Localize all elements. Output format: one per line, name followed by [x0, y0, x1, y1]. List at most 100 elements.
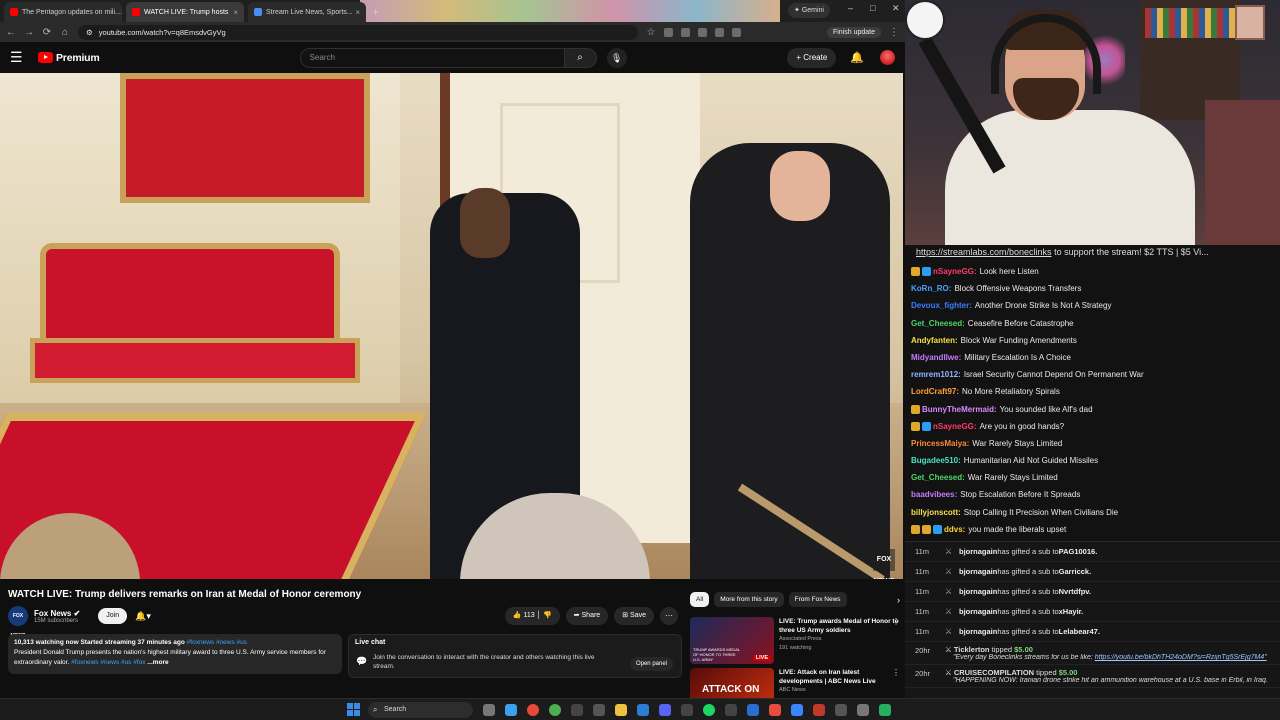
channel-avatar[interactable]: FOX NEWS	[8, 606, 28, 639]
share-button[interactable]: ➦ Share	[565, 607, 609, 625]
edge-icon[interactable]	[505, 704, 517, 716]
maximize-icon[interactable]: □	[870, 3, 875, 13]
close-tab-icon[interactable]: ×	[233, 8, 238, 17]
spotify-icon[interactable]	[703, 704, 715, 716]
account-avatar[interactable]	[880, 50, 895, 65]
app-icon[interactable]	[681, 704, 693, 716]
task-view-icon[interactable]	[483, 704, 495, 716]
app-icon[interactable]	[813, 704, 825, 716]
app-icon[interactable]	[769, 704, 781, 716]
close-window-icon[interactable]: ✕	[892, 3, 900, 14]
chip-more-from-story[interactable]: More from this story	[714, 592, 784, 607]
chat-message: PrincessMaiya: War Rarely Stays Limited	[911, 435, 1280, 452]
app-icon[interactable]	[571, 704, 583, 716]
discord-icon[interactable]	[659, 704, 671, 716]
voice-search-button[interactable]: 🎙	[606, 47, 627, 68]
chat-username[interactable]: billyjonscott:	[911, 504, 961, 521]
save-button[interactable]: ⊞ Save	[614, 607, 654, 625]
browser-tab-watch-live[interactable]: WATCH LIVE: Trump hosts ×	[126, 2, 244, 22]
search-button[interactable]: ⌕	[564, 47, 597, 68]
more-actions-icon[interactable]: ⋯	[660, 607, 678, 625]
windows-start-icon[interactable]	[347, 703, 360, 716]
chat-username[interactable]: Bugadee510:	[911, 452, 961, 469]
chat-username[interactable]: remrem1012:	[911, 366, 961, 383]
subscription-bell-icon[interactable]: 🔔▾	[135, 611, 151, 622]
chat-username[interactable]: Get_Cheesed:	[911, 469, 965, 486]
kebab-menu-icon[interactable]: ⋮	[892, 668, 900, 677]
related-video-thumbnail[interactable]: TRUMP AWARDS MEDAL OF HONOR TO THREE U.S…	[690, 617, 774, 664]
description-more-link[interactable]: ...more	[147, 659, 168, 666]
close-tab-icon[interactable]: ×	[121, 8, 122, 17]
site-info-icon[interactable]: ⚙	[86, 28, 93, 37]
chrome-icon[interactable]	[527, 704, 539, 716]
youtube-premium-logo[interactable]: Premium	[38, 52, 100, 64]
app-icon[interactable]	[835, 704, 847, 716]
back-icon[interactable]: ←	[6, 27, 16, 38]
chat-username[interactable]: baadvibees:	[911, 486, 957, 503]
chat-username[interactable]: KoRn_RO:	[911, 280, 951, 297]
chevron-right-icon[interactable]: ›	[897, 595, 900, 605]
channel-name[interactable]: Fox News ✔	[34, 609, 80, 618]
app-icon[interactable]	[637, 704, 649, 716]
description-hashtags[interactable]: #foxnews #news #us	[187, 639, 247, 646]
related-video-item[interactable]: TRUMP AWARDS MEDAL OF HONOR TO THREE U.S…	[690, 617, 900, 664]
join-button[interactable]: Join	[98, 608, 128, 624]
tab-title: Stream Live News, Sports...	[266, 8, 353, 16]
video-player[interactable]: FOX NEWS	[0, 73, 903, 579]
create-button[interactable]: + Create	[787, 47, 837, 68]
extension-icon[interactable]	[681, 27, 690, 37]
app-icon[interactable]	[725, 704, 737, 716]
chat-username[interactable]: LordCraft97:	[911, 383, 959, 400]
chrome-profile-icon[interactable]	[549, 704, 561, 716]
minimize-icon[interactable]: –	[848, 3, 853, 13]
chat-username[interactable]: nSayneGG:	[933, 263, 977, 280]
url-field[interactable]: ⚙ youtube.com/watch?v=q8EmsdvGyVg	[78, 24, 638, 40]
hamburger-menu-icon[interactable]: ☰	[10, 49, 28, 66]
event-target: xHayir.	[1058, 607, 1084, 616]
extension-icon[interactable]	[664, 27, 673, 37]
chat-username[interactable]: Devoux_fighter:	[911, 297, 972, 314]
browser-tab-pentagon[interactable]: The Pentagon updates on mili... ×	[4, 2, 122, 22]
extension-icon[interactable]	[715, 27, 724, 37]
chat-username[interactable]: Andyfanten:	[911, 332, 958, 349]
chip-all[interactable]: All	[690, 592, 710, 607]
chat-message: ddvs: you made the liberals upset	[911, 521, 1280, 538]
close-tab-icon[interactable]: ×	[355, 8, 360, 17]
chat-username[interactable]: Get_Cheesed:	[911, 315, 965, 332]
extensions-puzzle-icon[interactable]	[732, 27, 741, 37]
gemini-button[interactable]: ✦ Gemini	[788, 3, 830, 18]
app-icon[interactable]	[879, 704, 891, 716]
search-input[interactable]: Search	[299, 47, 565, 68]
chat-username[interactable]: ddvs:	[944, 521, 965, 538]
browser-tab-stream-live[interactable]: Stream Live News, Sports... ×	[248, 2, 366, 22]
app-icon[interactable]	[747, 704, 759, 716]
youtube-header: ☰ Premium Search ⌕ 🎙 + Create 🔔	[0, 42, 905, 73]
forward-icon[interactable]: →	[24, 27, 34, 38]
open-panel-button[interactable]: Open panel	[629, 657, 673, 671]
file-explorer-icon[interactable]	[615, 704, 627, 716]
taskbar-search-input[interactable]: Search	[368, 702, 473, 718]
chat-username[interactable]: BunnyTheMermaid:	[922, 401, 997, 418]
chat-username[interactable]: Midyandllwe:	[911, 349, 961, 366]
new-tab-icon[interactable]: +	[372, 2, 379, 22]
finish-update-button[interactable]: Finish update	[826, 26, 881, 38]
kebab-menu-icon[interactable]: ⋮	[892, 617, 900, 626]
chat-username[interactable]: PrincessMaiya:	[911, 435, 969, 452]
like-button[interactable]: 👍 113 │ 👎	[504, 607, 560, 625]
video-description[interactable]: 10,313 watching now Started streaming 37…	[8, 634, 342, 674]
description-hashtags-end[interactable]: #foxnews #news #us #fox	[71, 659, 145, 666]
donation-link[interactable]: https://streamlabs.com/boneclinks	[916, 247, 1052, 257]
notifications-bell-icon[interactable]: 🔔	[850, 51, 864, 64]
app-icon[interactable]	[791, 704, 803, 716]
reload-icon[interactable]: ⟳	[42, 27, 52, 38]
bookmark-star-icon[interactable]: ☆	[646, 27, 656, 38]
chat-username[interactable]: nSayneGG:	[933, 418, 977, 435]
app-icon[interactable]	[857, 704, 869, 716]
app-icon[interactable]	[593, 704, 605, 716]
thumbs-down-icon[interactable]: 👎	[543, 612, 552, 619]
chip-from-fox-news[interactable]: From Fox News	[788, 592, 847, 607]
home-icon[interactable]: ⌂	[60, 27, 70, 38]
extension-icon[interactable]	[698, 27, 707, 37]
tip-link[interactable]: https://youtu.be/bkDhTH24oDM?si=RzijnTg5…	[1095, 654, 1267, 661]
browser-menu-icon[interactable]: ⋮	[889, 27, 899, 38]
